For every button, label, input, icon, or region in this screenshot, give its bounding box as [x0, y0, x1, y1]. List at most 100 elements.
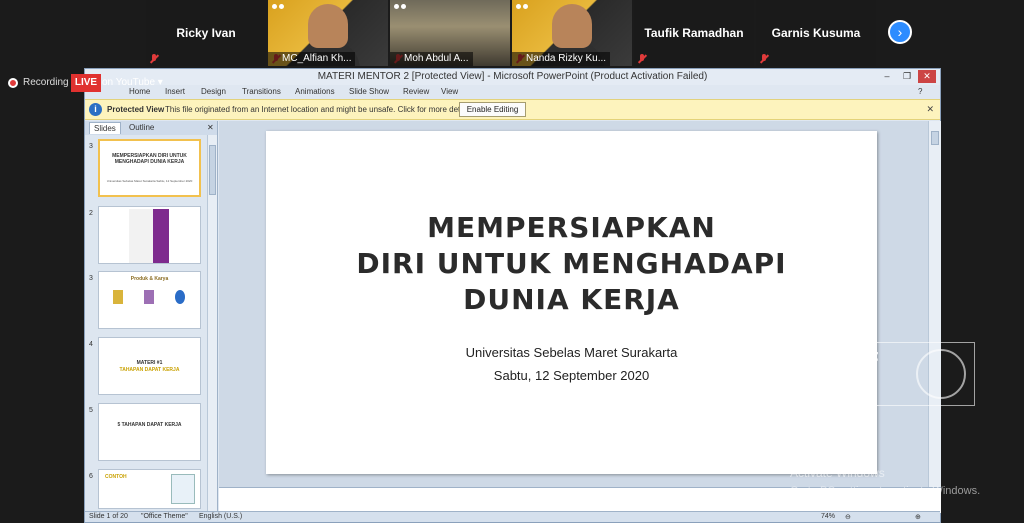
- tab-slides[interactable]: Slides: [89, 122, 121, 134]
- activate-windows-title: Activate Windows: [790, 466, 885, 480]
- ribbon-tabs: Home Insert Design Transitions Animation…: [85, 85, 940, 99]
- tab-slide-show[interactable]: Slide Show: [349, 87, 389, 96]
- info-icon: i: [89, 103, 102, 116]
- thumbnail-number: 3: [89, 275, 93, 282]
- participant-video-tile[interactable]: MC_Alfian Kh...: [268, 0, 388, 66]
- participant-name: MC_Alfian Kh...: [268, 52, 356, 66]
- scrollbar-thumb[interactable]: [931, 131, 939, 145]
- protected-view-bar[interactable]: i Protected View This file originated fr…: [85, 99, 940, 120]
- pane-tabs: Slides Outline ✕: [85, 121, 217, 135]
- muted-mic-icon: [760, 54, 768, 64]
- slide-counter: Slide 1 of 20: [89, 513, 128, 520]
- thumbnail-number: 2: [89, 210, 93, 217]
- slide-editor[interactable]: MEMPERSIAPKAN DIRI UNTUK MENGHADAPI DUNI…: [219, 121, 941, 487]
- participant-name: Moh Abdul A...: [390, 52, 473, 66]
- tab-view[interactable]: View: [441, 87, 458, 96]
- more-options-icon[interactable]: [516, 4, 528, 9]
- thumbnail-number: 3: [89, 143, 93, 150]
- window-controls: – ❐ ✕: [878, 70, 936, 83]
- tab-animations[interactable]: Animations: [295, 87, 335, 96]
- live-on-youtube-dropdown[interactable]: on YouTube ▾: [102, 77, 163, 88]
- enable-editing-button[interactable]: Enable Editing: [459, 102, 526, 117]
- poster-image: [129, 209, 169, 263]
- slide-scrollbar[interactable]: [928, 121, 941, 487]
- participant-face: [308, 4, 348, 48]
- thumbnail-title: 5 TAHAPAN DAPAT KERJA: [117, 422, 182, 428]
- thumbnail-title: MATERI #1: [136, 360, 163, 366]
- zoom-meeting-window: Ricky Ivan MC_Alfian Kh... Moh Abdul A..…: [0, 0, 1024, 523]
- participant-name: Garnis Kusuma: [771, 26, 861, 40]
- title-bar: MATERI MENTOR 2 [Protected View] - Micro…: [85, 69, 940, 85]
- more-options-icon[interactable]: [272, 4, 284, 9]
- watermark-logo: OF: [730, 342, 975, 406]
- tab-review[interactable]: Review: [403, 87, 429, 96]
- thumbnail-subtitle: Universitas Sebelas Maret Surakarta Sabt…: [106, 179, 193, 183]
- slide-thumbnail[interactable]: CONTOH: [98, 469, 201, 509]
- thumbnail-number: 4: [89, 341, 93, 348]
- close-icon[interactable]: ✕: [926, 104, 934, 115]
- current-slide[interactable]: MEMPERSIAPKAN DIRI UNTUK MENGHADAPI DUNI…: [266, 131, 877, 474]
- slide-thumbnail[interactable]: MATERI #1 TAHAPAN DAPAT KERJA: [98, 337, 201, 395]
- participant-face: [552, 4, 592, 48]
- help-icon[interactable]: ?: [918, 87, 922, 96]
- recording-label: Recording: [23, 77, 69, 88]
- theme-name: "Office Theme": [141, 513, 188, 520]
- slide-thumbnail[interactable]: MEMPERSIAPKAN DIRI UNTUK MENGHADAPI DUNI…: [98, 139, 201, 197]
- scrollbar-thumb[interactable]: [209, 145, 216, 195]
- participant-video-tile[interactable]: Nanda Rizky Ku...: [512, 0, 632, 66]
- language-indicator[interactable]: English (U.S.): [199, 513, 242, 520]
- protected-view-message[interactable]: This file originated from an Internet lo…: [165, 105, 475, 114]
- muted-mic-icon: [150, 54, 158, 64]
- tab-outline[interactable]: Outline: [125, 122, 158, 133]
- close-icon[interactable]: ✕: [918, 70, 936, 83]
- tab-insert[interactable]: Insert: [165, 87, 185, 96]
- thumbnail-scrollbar[interactable]: [207, 135, 217, 511]
- zoom-in-icon[interactable]: ⊕: [915, 513, 921, 521]
- restore-icon[interactable]: ❐: [898, 70, 916, 83]
- seal-icon: [916, 349, 966, 399]
- recording-indicator: Recording: [8, 77, 69, 88]
- participant-tile[interactable]: Ricky Ivan: [146, 0, 266, 66]
- tab-home[interactable]: Home: [129, 87, 150, 96]
- document-image: [171, 474, 195, 504]
- status-bar: Slide 1 of 20 "Office Theme" English (U.…: [85, 511, 940, 522]
- more-options-icon[interactable]: [394, 4, 406, 9]
- slides-pane: Slides Outline ✕ 3 MEMPERSIAPKAN DIRI UN…: [85, 121, 218, 511]
- participant-tile[interactable]: Garnis Kusuma: [756, 0, 876, 66]
- zoom-level[interactable]: 74%: [821, 513, 835, 520]
- slide-thumbnail[interactable]: 5 TAHAPAN DAPAT KERJA: [98, 403, 201, 461]
- protected-view-title: Protected View: [107, 105, 165, 114]
- chevron-right-icon[interactable]: ›: [888, 20, 912, 44]
- close-icon[interactable]: ✕: [203, 122, 218, 133]
- book-image: [144, 290, 154, 304]
- thumbnail-title: MEMPERSIAPKAN DIRI UNTUK MENGHADAPI DUNI…: [112, 153, 187, 165]
- participant-name: Ricky Ivan: [176, 26, 236, 40]
- activate-windows-message: Go to PC settings to activate Windows.: [790, 485, 981, 497]
- participant-tile[interactable]: Taufik Ramadhan: [634, 0, 754, 66]
- slide-thumbnail[interactable]: [98, 206, 201, 264]
- thumbnail-number: 5: [89, 407, 93, 414]
- window-title: MATERI MENTOR 2 [Protected View] - Micro…: [317, 71, 708, 82]
- participant-name: Taufik Ramadhan: [644, 26, 744, 40]
- minimize-icon[interactable]: –: [878, 70, 896, 83]
- watermark-text: OF: [851, 349, 879, 371]
- tab-transitions[interactable]: Transitions: [242, 87, 281, 96]
- record-icon: [8, 77, 18, 88]
- thumbnail-title: Produk & Karya: [130, 276, 169, 282]
- muted-mic-icon: [638, 54, 646, 64]
- zoom-out-icon[interactable]: ⊖: [845, 513, 851, 521]
- thumbnail-number: 6: [89, 473, 93, 480]
- slide-title-line-3: DUNIA KERJA: [463, 283, 680, 316]
- participant-name: Nanda Rizky Ku...: [512, 52, 611, 66]
- logo-image: [175, 290, 185, 304]
- live-badge[interactable]: LIVE: [71, 74, 101, 92]
- tab-design[interactable]: Design: [201, 87, 226, 96]
- slide-title-line-2: DIRI UNTUK MENGHADAPI: [356, 247, 787, 280]
- participant-video-tile[interactable]: Moh Abdul A...: [390, 0, 510, 66]
- participant-strip: Ricky Ivan MC_Alfian Kh... Moh Abdul A..…: [146, 0, 878, 66]
- thumbnail-subtitle: TAHAPAN DAPAT KERJA: [119, 367, 180, 373]
- powerpoint-window: MATERI MENTOR 2 [Protected View] - Micro…: [84, 68, 941, 523]
- slide-thumbnail[interactable]: Produk & Karya: [98, 271, 201, 329]
- book-image: [113, 290, 123, 304]
- slide-title-line-1: MEMPERSIAPKAN: [427, 211, 716, 244]
